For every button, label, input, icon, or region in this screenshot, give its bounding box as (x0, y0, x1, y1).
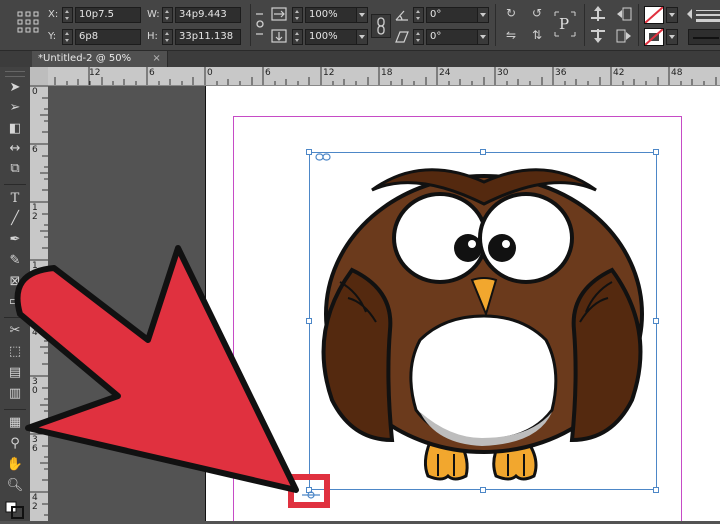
h-stepper[interactable] (162, 29, 173, 45)
frame-handle[interactable] (480, 487, 486, 493)
scale-x-field[interactable]: 100% (305, 7, 359, 23)
scale-x-stepper[interactable] (292, 7, 303, 23)
gap-tool-icon[interactable]: ↔ (4, 140, 26, 158)
y-stepper[interactable] (62, 29, 73, 45)
rotate-dropdown[interactable] (477, 7, 489, 23)
rotate-stepper[interactable] (413, 7, 424, 23)
ruler-tick-label: 1 2 (32, 203, 38, 222)
scale-y-icon (270, 28, 288, 44)
flip-horizontal-icon[interactable]: ⇋ (501, 27, 521, 43)
rotate-icon (394, 7, 410, 21)
stroke-dropdown[interactable] (666, 29, 678, 45)
scale-x-icon (270, 6, 288, 22)
separator (250, 4, 251, 46)
type-tool-icon[interactable]: T (4, 190, 26, 208)
x-stepper[interactable] (62, 7, 73, 23)
select-next-object-icon[interactable] (614, 27, 634, 45)
scale-y-field[interactable]: 100% (305, 29, 359, 45)
select-content-icon[interactable] (588, 27, 608, 45)
chain-link-icon[interactable] (315, 147, 331, 161)
ruler-tick-label: 6 (32, 145, 38, 155)
selection-tool-icon[interactable]: ➤ (4, 79, 26, 97)
scale-y-dropdown[interactable] (356, 29, 368, 45)
frame-handle[interactable] (480, 149, 486, 155)
rotate-clockwise-icon[interactable]: ↻ (501, 5, 521, 21)
shear-field[interactable]: 0° (426, 29, 480, 45)
y-label: Y: (48, 31, 57, 42)
p-reference-text: P (559, 15, 570, 33)
w-stepper[interactable] (162, 7, 173, 23)
line-tool-icon[interactable]: ╱ (4, 210, 26, 228)
shear-icon (394, 29, 410, 43)
h-label: H: (147, 31, 158, 42)
x-label: X: (48, 9, 59, 20)
toolbox-grip[interactable] (5, 71, 25, 77)
frame-handle[interactable] (306, 149, 312, 155)
frame-handle[interactable] (653, 318, 659, 324)
document-tab-close-icon[interactable]: × (152, 53, 160, 64)
ruler-tick-label: 0 (207, 68, 213, 78)
red-pointer-arrow-icon (14, 245, 299, 493)
separator (495, 4, 496, 46)
fill-swatch[interactable] (644, 6, 664, 24)
stroke-weight-icon[interactable] (684, 4, 720, 24)
w-label: W: (147, 9, 160, 20)
separator (638, 4, 639, 46)
y-field[interactable]: 6p8 (75, 29, 141, 45)
ruler-tick-label: 6 (149, 68, 155, 78)
flip-vertical-icon[interactable]: ⇅ (527, 27, 547, 43)
page-tool-icon[interactable]: ◧ (4, 120, 26, 138)
frame-bounding-box[interactable] (309, 152, 657, 490)
horizontal-ruler[interactable]: 12 6 0 6 12 18 24 30 36 42 48 (48, 67, 720, 86)
constrain-proportions-icon[interactable] (253, 12, 267, 36)
select-container-icon[interactable] (588, 5, 608, 23)
tool-divider (4, 184, 26, 185)
link-scale-button[interactable] (371, 14, 391, 38)
rotate-field[interactable]: 0° (426, 7, 480, 23)
rotate-counterclockwise-icon[interactable]: ↺ (527, 5, 547, 21)
shear-dropdown[interactable] (477, 29, 489, 45)
ruler-tick-label: 30 (497, 68, 509, 78)
ruler-tick-label: 42 (613, 68, 625, 78)
frame-handle[interactable] (653, 149, 659, 155)
reference-point-icon[interactable] (16, 10, 40, 34)
scale-y-stepper[interactable] (292, 29, 303, 45)
stroke-type-field[interactable] (688, 29, 720, 45)
document-tab-title: *Untitled-2 @ 50% (38, 53, 132, 64)
w-field[interactable]: 34p9.443 (175, 7, 241, 23)
select-previous-object-icon[interactable] (614, 5, 634, 23)
p-reference-icon[interactable]: P (552, 9, 578, 39)
ruler-tick-label: 12 (323, 68, 335, 78)
frame-handle[interactable] (653, 487, 659, 493)
document-tab[interactable]: *Untitled-2 @ 50% × (32, 51, 168, 67)
content-collector-icon[interactable]: ⧉ (4, 160, 26, 178)
ruler-tick-label: 0 (32, 87, 38, 97)
ruler-tick-label: 18 (381, 68, 393, 78)
separator (584, 4, 585, 46)
scale-x-dropdown[interactable] (356, 7, 368, 23)
ruler-tick-label: 6 (265, 68, 271, 78)
ruler-tick-label: 12 (89, 68, 101, 78)
fill-dropdown[interactable] (666, 7, 678, 23)
ruler-tick-label: 36 (555, 68, 567, 78)
control-panel: X: 10p7.5 Y: 6p8 W: 34p9.443 H: 33p11.13… (0, 0, 720, 51)
h-field[interactable]: 33p11.138 (175, 29, 241, 45)
shear-stepper[interactable] (413, 29, 424, 45)
x-field[interactable]: 10p7.5 (75, 7, 141, 23)
stroke-swatch[interactable] (644, 28, 664, 46)
ruler-tick-label: 48 (671, 68, 683, 78)
ruler-tick-label: 24 (439, 68, 451, 78)
direct-selection-tool-icon[interactable]: ➢ (4, 99, 26, 117)
ruler-corner[interactable] (30, 67, 49, 86)
